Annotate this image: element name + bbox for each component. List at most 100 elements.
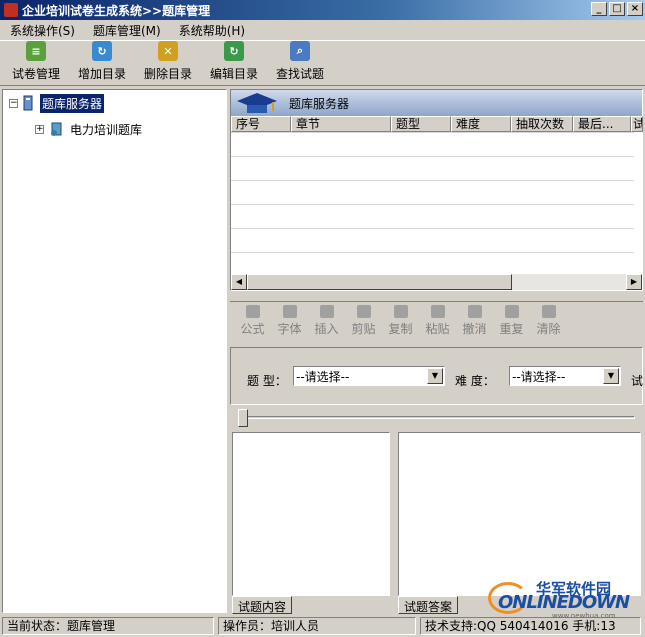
edit-directory-button[interactable]: ↻ 编辑目录 bbox=[204, 41, 264, 85]
tree-root-label: 题库服务器 bbox=[40, 93, 105, 113]
graduation-cap-icon bbox=[237, 93, 277, 113]
find-question-button[interactable]: ⌕ 查找试题 bbox=[270, 41, 330, 85]
find-question-label: 查找试题 bbox=[275, 67, 324, 81]
watermark-url: www.newhua.com bbox=[552, 612, 616, 620]
collapse-icon[interactable]: − bbox=[9, 98, 18, 108]
formula-button[interactable]: 公式 bbox=[234, 302, 271, 337]
menu-system-operation[interactable]: 系统操作(S) bbox=[10, 22, 75, 39]
type-label: 题 型： bbox=[247, 374, 287, 388]
tree-node-root[interactable]: − 题库服务器 bbox=[9, 93, 105, 113]
chevron-down-icon[interactable]: ▼ bbox=[603, 368, 619, 384]
watermark-en: ONLINEDOWN bbox=[498, 592, 630, 613]
col-truncated[interactable]: 试 bbox=[631, 116, 643, 132]
chevron-down-icon[interactable]: ▼ bbox=[427, 368, 443, 384]
cut-icon bbox=[356, 305, 371, 318]
redo-icon bbox=[504, 305, 519, 318]
col-difficulty[interactable]: 难度 bbox=[451, 116, 511, 132]
add-folder-icon: ↻ bbox=[92, 41, 112, 61]
grid-title-bar: 题库服务器 bbox=[231, 90, 642, 116]
watermark-logo: 华军软件园 ONLINEDOWN www.newhua.com bbox=[488, 578, 638, 620]
database-icon bbox=[51, 122, 62, 136]
splitter-slider[interactable] bbox=[230, 407, 643, 427]
copy-label: 复制 bbox=[388, 322, 413, 336]
question-content-pane[interactable] bbox=[232, 432, 390, 596]
filter-panel: 题 型： --请选择-- ▼ 难 度： --请选择-- ▼ 试 bbox=[230, 347, 643, 405]
font-label: 字体 bbox=[277, 322, 302, 336]
close-button[interactable]: × bbox=[627, 2, 643, 16]
clear-icon bbox=[541, 305, 556, 318]
col-draw-count[interactable]: 抽取次数 bbox=[511, 116, 573, 132]
menu-question-bank[interactable]: 题库管理(M) bbox=[93, 22, 161, 39]
clear-button[interactable]: 清除 bbox=[530, 302, 567, 337]
undo-button[interactable]: 撤消 bbox=[456, 302, 493, 337]
menu-system-help[interactable]: 系统帮助(H) bbox=[179, 22, 245, 39]
scroll-right-icon[interactable]: ▶ bbox=[626, 274, 642, 290]
col-chapter[interactable]: 章节 bbox=[291, 116, 391, 132]
window-title: 企业培训试卷生成系统>>题库管理 bbox=[22, 3, 211, 18]
edit-folder-icon: ↻ bbox=[224, 41, 244, 61]
delete-directory-button[interactable]: ✕ 删除目录 bbox=[138, 41, 198, 85]
bank-tree[interactable]: − 题库服务器 + 电力培训题库 bbox=[2, 89, 227, 613]
tab-question-answer[interactable]: 试题答案 bbox=[398, 596, 459, 614]
copy-button[interactable]: 复制 bbox=[382, 302, 419, 337]
cut-button[interactable]: 剪贴 bbox=[345, 302, 382, 337]
editor-toolbar: 公式 字体 插入 剪贴 复制 粘贴 撤消 重复 清除 bbox=[230, 301, 643, 337]
redo-label: 重复 bbox=[499, 322, 524, 336]
undo-label: 撤消 bbox=[462, 322, 487, 336]
delete-directory-label: 删除目录 bbox=[143, 67, 192, 81]
insert-label: 插入 bbox=[314, 322, 339, 336]
main-toolbar: ≡ 试卷管理 ↻ 增加目录 ✕ 删除目录 ↻ 编辑目录 ⌕ 查找试题 bbox=[0, 40, 645, 86]
edit-directory-label: 编辑目录 bbox=[209, 67, 258, 81]
difficulty-label: 难 度： bbox=[455, 374, 495, 388]
paste-label: 粘贴 bbox=[425, 322, 450, 336]
exam-paper-icon: ≡ bbox=[26, 41, 46, 61]
exam-management-label: 试卷管理 bbox=[11, 67, 60, 81]
delete-folder-icon: ✕ bbox=[158, 41, 178, 61]
col-last[interactable]: 最后... bbox=[573, 116, 631, 132]
tab-question-content[interactable]: 试题内容 bbox=[232, 596, 293, 614]
formula-label: 公式 bbox=[240, 322, 265, 336]
paste-icon bbox=[430, 305, 445, 318]
question-answer-pane[interactable] bbox=[398, 432, 641, 596]
server-icon bbox=[23, 95, 33, 111]
col-type[interactable]: 题型 bbox=[391, 116, 451, 132]
expand-icon[interactable]: + bbox=[35, 124, 44, 134]
scroll-thumb[interactable] bbox=[247, 274, 512, 290]
horizontal-scrollbar[interactable]: ◀ ▶ bbox=[231, 274, 642, 290]
col-index[interactable]: 序号 bbox=[231, 116, 291, 132]
type-select[interactable]: --请选择-- ▼ bbox=[293, 366, 445, 386]
search-icon: ⌕ bbox=[290, 41, 310, 61]
cut-label: 剪贴 bbox=[351, 322, 376, 336]
font-button[interactable]: 字体 bbox=[271, 302, 308, 337]
status-operator: 操作员：培训人员 bbox=[218, 617, 416, 635]
exam-management-button[interactable]: ≡ 试卷管理 bbox=[6, 41, 66, 85]
question-grid[interactable]: 题库服务器 序号 章节 题型 难度 抽取次数 最后... 试 ◀ ▶ bbox=[230, 89, 643, 291]
status-state: 当前状态：题库管理 bbox=[2, 617, 214, 635]
clear-label: 清除 bbox=[536, 322, 561, 336]
app-icon bbox=[4, 3, 18, 17]
scroll-left-icon[interactable]: ◀ bbox=[231, 274, 247, 290]
font-icon bbox=[282, 305, 297, 318]
add-directory-label: 增加目录 bbox=[77, 67, 126, 81]
status-bar: 当前状态：题库管理 操作员：培训人员 技术支持:QQ 540414016 手机:… bbox=[0, 615, 645, 637]
difficulty-select-value: --请选择-- bbox=[512, 369, 566, 384]
insert-button[interactable]: 插入 bbox=[308, 302, 345, 337]
grid-title: 题库服务器 bbox=[289, 96, 350, 111]
copy-icon bbox=[393, 305, 408, 318]
maximize-button[interactable]: □ bbox=[609, 2, 625, 16]
type-select-value: --请选择-- bbox=[296, 369, 350, 384]
formula-icon bbox=[245, 305, 260, 318]
minimize-button[interactable]: _ bbox=[591, 2, 607, 16]
slider-knob[interactable] bbox=[238, 409, 248, 427]
paste-button[interactable]: 粘贴 bbox=[419, 302, 456, 337]
grid-header: 序号 章节 题型 难度 抽取次数 最后... 试 bbox=[231, 116, 643, 132]
extra-label: 试 bbox=[631, 374, 644, 388]
tree-node-power-bank[interactable]: + 电力培训题库 bbox=[35, 120, 142, 138]
menu-bar: 系统操作(S) 题库管理(M) 系统帮助(H) bbox=[0, 20, 645, 40]
redo-button[interactable]: 重复 bbox=[493, 302, 530, 337]
difficulty-select[interactable]: --请选择-- ▼ bbox=[509, 366, 621, 386]
add-directory-button[interactable]: ↻ 增加目录 bbox=[72, 41, 132, 85]
tree-child-label: 电力培训题库 bbox=[70, 122, 143, 137]
grid-body[interactable] bbox=[231, 132, 634, 274]
undo-icon bbox=[467, 305, 482, 318]
